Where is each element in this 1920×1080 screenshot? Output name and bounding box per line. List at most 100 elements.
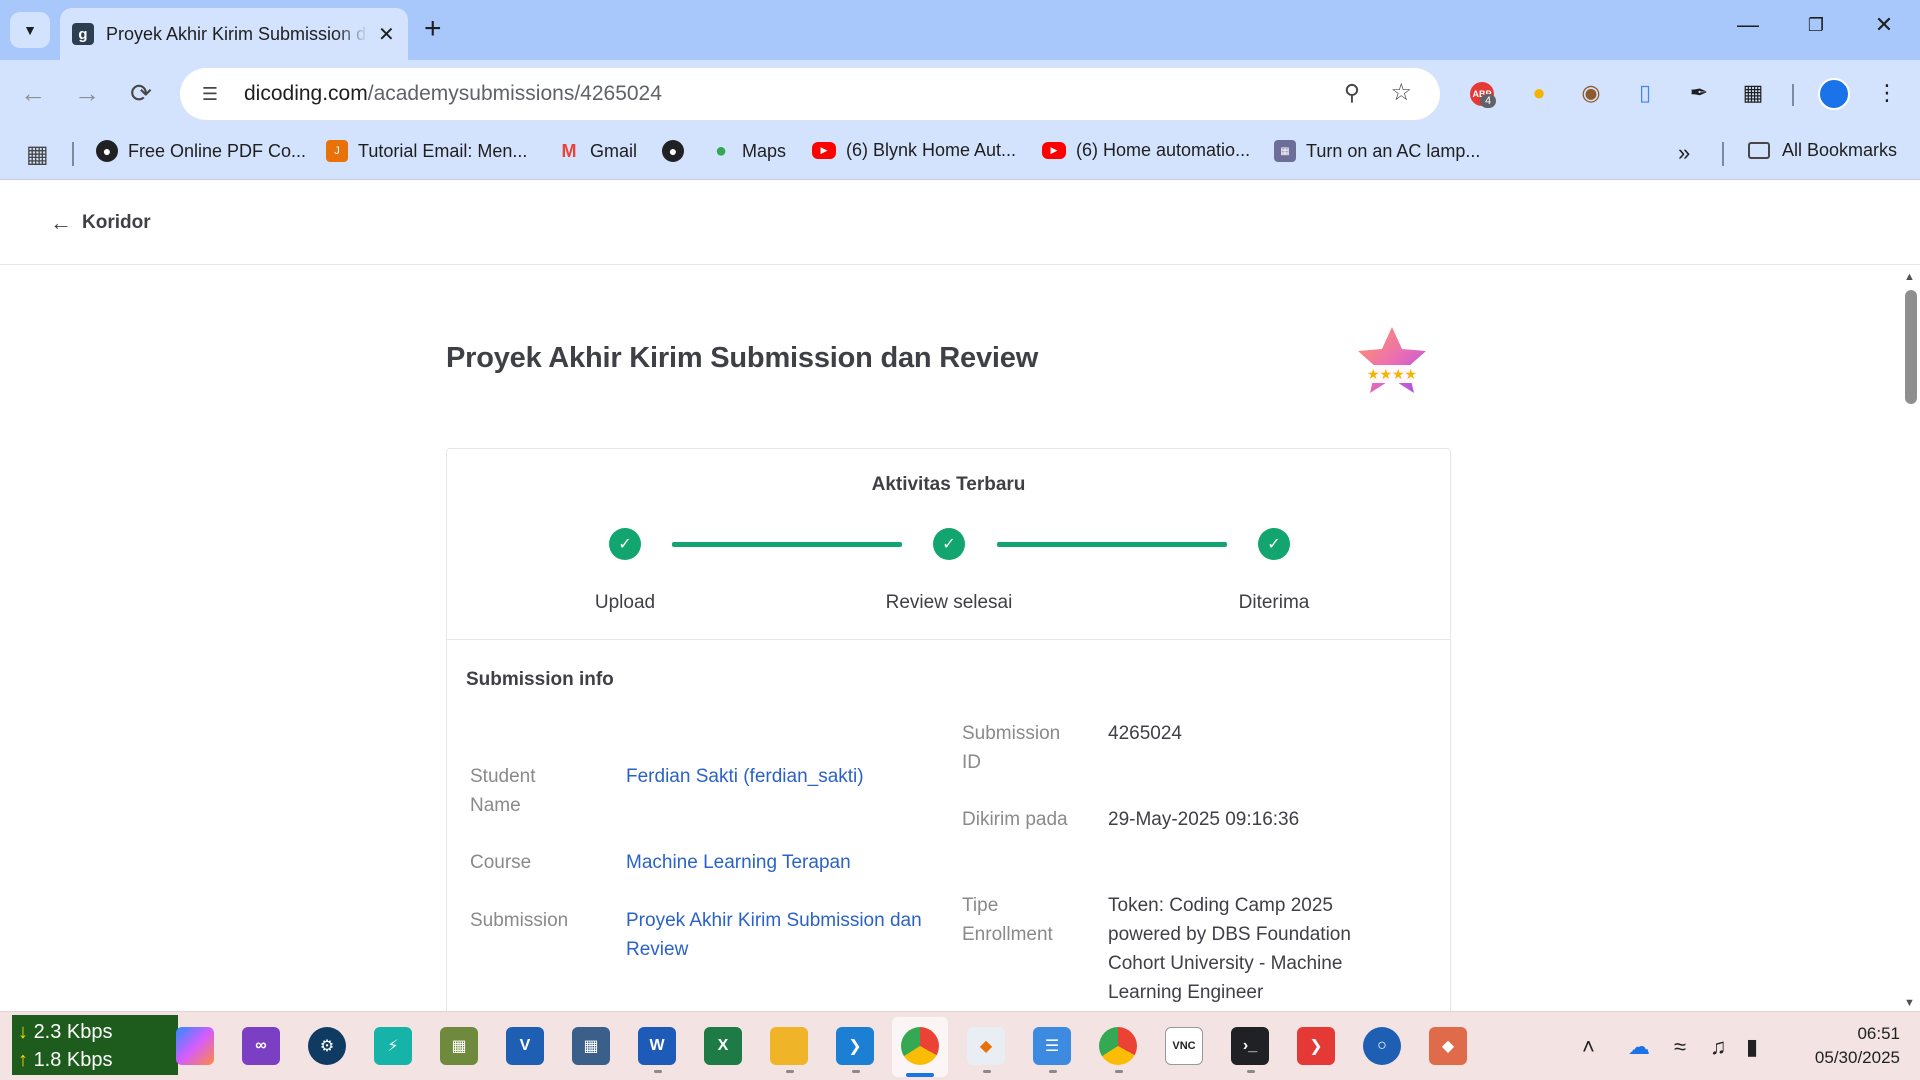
battery-icon[interactable]: ▮ bbox=[1746, 1034, 1758, 1060]
chrome-icon[interactable] bbox=[901, 1027, 939, 1065]
more-bookmarks-chevron-icon[interactable]: » bbox=[1678, 140, 1690, 166]
back-to-koridor-link[interactable]: ← Koridor bbox=[50, 210, 151, 236]
terminal-icon[interactable]: ›_ bbox=[1231, 1027, 1269, 1065]
back-link-label: Koridor bbox=[82, 211, 151, 233]
visual-studio-icon[interactable]: ∞ bbox=[242, 1027, 280, 1065]
browser-app-icon[interactable]: ○ bbox=[1363, 1027, 1401, 1065]
active-tab[interactable]: g Proyek Akhir Kirim Submission dan Revi… bbox=[60, 8, 408, 60]
net-down-value: 2.3 Kbps bbox=[33, 1021, 113, 1043]
bookmark-label: Free Online PDF Co... bbox=[128, 140, 307, 161]
chrome-profile-icon[interactable] bbox=[1099, 1027, 1137, 1065]
system-clock[interactable]: 06:51 05/30/2025 bbox=[1780, 1022, 1900, 1070]
bookmark-item[interactable]: J Tutorial Email: Men... bbox=[326, 140, 527, 162]
vpn-app-icon[interactable]: V bbox=[506, 1027, 544, 1065]
check-circle-icon: ✓ bbox=[609, 528, 641, 560]
bookmark-item[interactable]: ▶ (6) Home automatio... bbox=[1042, 140, 1250, 161]
excel-icon[interactable]: X bbox=[704, 1027, 742, 1065]
lightbulb-extension-icon[interactable]: ● bbox=[1524, 78, 1554, 108]
course-label: Course bbox=[470, 852, 532, 873]
submission-link[interactable]: Proyek Akhir Kirim Submission dan Review bbox=[626, 906, 926, 964]
cursor-app-icon[interactable]: ⚡ bbox=[374, 1027, 412, 1065]
apps-grid-icon[interactable]: ▦ bbox=[26, 140, 49, 169]
running-indicator bbox=[852, 1070, 860, 1073]
all-bookmarks-button[interactable]: All Bookmarks bbox=[1748, 140, 1897, 161]
gmail-icon: M bbox=[561, 140, 577, 161]
student-name-link[interactable]: Ferdian Sakti (ferdian_sakti) bbox=[626, 762, 916, 791]
running-indicator bbox=[1049, 1070, 1057, 1073]
scroll-up-arrow-icon[interactable]: ▲ bbox=[1904, 271, 1915, 283]
bookmark-item[interactable]: M Gmail bbox=[558, 140, 638, 162]
progress-line bbox=[997, 542, 1227, 547]
zoom-icon[interactable]: ⚲ bbox=[1344, 80, 1360, 106]
bookmark-item[interactable]: ● Free Online PDF Co... bbox=[96, 140, 306, 162]
running-indicator bbox=[1115, 1070, 1123, 1073]
activity-title: Aktivitas Terbaru bbox=[871, 474, 1026, 495]
menu-kebab-icon[interactable]: ⋮ bbox=[1872, 78, 1902, 108]
globe-icon: ● bbox=[662, 140, 684, 162]
tipe-enrollment-label: Tipe Enrollment bbox=[962, 895, 1053, 945]
tab-close-icon[interactable]: ✕ bbox=[378, 22, 395, 47]
onedrive-cloud-icon[interactable]: ☁ bbox=[1628, 1034, 1650, 1060]
address-bar[interactable]: ☰ dicoding.com/academysubmissions/426502… bbox=[180, 68, 1440, 120]
profile-avatar[interactable] bbox=[1818, 78, 1850, 110]
chevron-down-icon: ▼ bbox=[23, 22, 37, 38]
putty-icon[interactable]: ▦ bbox=[440, 1027, 478, 1065]
taskbar-active-indicator bbox=[906, 1073, 934, 1077]
clock-date: 05/30/2025 bbox=[1814, 1048, 1900, 1067]
progress-line bbox=[672, 542, 902, 547]
url-domain: dicoding.com bbox=[244, 82, 368, 105]
card-divider bbox=[447, 639, 1450, 640]
globe-icon: ● bbox=[96, 140, 118, 162]
vnc-viewer-icon[interactable]: VNC bbox=[1165, 1027, 1203, 1065]
window-close-icon[interactable]: ✕ bbox=[1864, 12, 1904, 38]
clipboard-extension-icon[interactable]: ▯ bbox=[1630, 78, 1660, 108]
extensions-puzzle-icon[interactable]: ▦ bbox=[1738, 78, 1768, 108]
vscode-icon[interactable]: ❯ bbox=[836, 1027, 874, 1065]
bookmarks-separator bbox=[72, 142, 74, 166]
bookmark-item[interactable]: ● Maps bbox=[710, 140, 786, 162]
bookmark-item[interactable]: ▦ Turn on an AC lamp... bbox=[1274, 140, 1480, 162]
file-explorer-icon[interactable] bbox=[770, 1027, 808, 1065]
cookie-extension-icon[interactable]: ◉ bbox=[1576, 78, 1606, 108]
bookmark-item[interactable]: ● bbox=[662, 140, 694, 162]
minimize-icon[interactable]: — bbox=[1728, 12, 1768, 38]
page-title: Proyek Akhir Kirim Submission dan Review bbox=[446, 342, 1039, 374]
anydesk-icon[interactable]: ❯ bbox=[1297, 1027, 1335, 1065]
bookmark-label: (6) Home automatio... bbox=[1076, 140, 1251, 160]
dikirim-pada-value: 29-May-2025 09:16:36 bbox=[1108, 809, 1300, 830]
git-app-icon[interactable]: ◆ bbox=[967, 1027, 1005, 1065]
paint-app-icon[interactable]: ◆ bbox=[1429, 1027, 1467, 1065]
check-circle-icon: ✓ bbox=[933, 528, 965, 560]
word-icon[interactable]: W bbox=[638, 1027, 676, 1065]
youtube-icon: ▶ bbox=[812, 142, 836, 159]
back-icon[interactable]: ← bbox=[16, 78, 50, 108]
site-info-icon[interactable]: ☰ bbox=[188, 84, 232, 105]
bookmark-item[interactable]: ▶ (6) Blynk Home Aut... bbox=[812, 140, 1016, 161]
course-link[interactable]: Machine Learning Terapan bbox=[626, 848, 916, 877]
scroll-down-arrow-icon[interactable]: ▼ bbox=[1904, 997, 1915, 1009]
tab-search-button[interactable]: ▼ bbox=[10, 12, 50, 48]
net-up-value: 1.8 Kbps bbox=[33, 1049, 113, 1071]
submission-card: Aktivitas Terbaru ✓ ✓ ✓ Upload Review se… bbox=[446, 448, 1451, 1011]
copilot-icon[interactable] bbox=[176, 1027, 214, 1065]
step-label-accepted: Diterima bbox=[1238, 592, 1310, 613]
dicoding-favicon-icon: g bbox=[72, 23, 94, 45]
network-app-icon[interactable]: ▦ bbox=[572, 1027, 610, 1065]
new-tab-button[interactable]: + bbox=[424, 14, 442, 44]
volume-icon[interactable]: ♫ bbox=[1710, 1034, 1727, 1060]
bookmark-star-icon[interactable]: ☆ bbox=[1390, 78, 1412, 107]
page-scrollbar[interactable]: ▲ ▼ bbox=[1900, 265, 1920, 1011]
tray-overflow-chevron-icon[interactable]: ˄ bbox=[1582, 1034, 1595, 1060]
scrollbar-thumb[interactable] bbox=[1905, 290, 1917, 404]
reload-icon[interactable]: ⟳ bbox=[124, 78, 158, 108]
wifi-icon[interactable]: ≈ bbox=[1674, 1034, 1686, 1060]
eyedropper-extension-icon[interactable]: ✒ bbox=[1684, 78, 1714, 108]
arrow-left-icon: ← bbox=[50, 209, 72, 235]
youtube-icon: ▶ bbox=[1042, 142, 1066, 159]
submission-id-value: 4265024 bbox=[1108, 723, 1182, 744]
arduino-icon[interactable]: ⚙ bbox=[308, 1027, 346, 1065]
bookmarks-bar: ▦ ● Free Online PDF Co... J Tutorial Email… bbox=[0, 128, 1920, 180]
forward-icon[interactable]: → bbox=[70, 78, 104, 108]
restore-icon[interactable]: ❐ bbox=[1796, 15, 1836, 36]
notepad-icon[interactable]: ☰ bbox=[1033, 1027, 1071, 1065]
